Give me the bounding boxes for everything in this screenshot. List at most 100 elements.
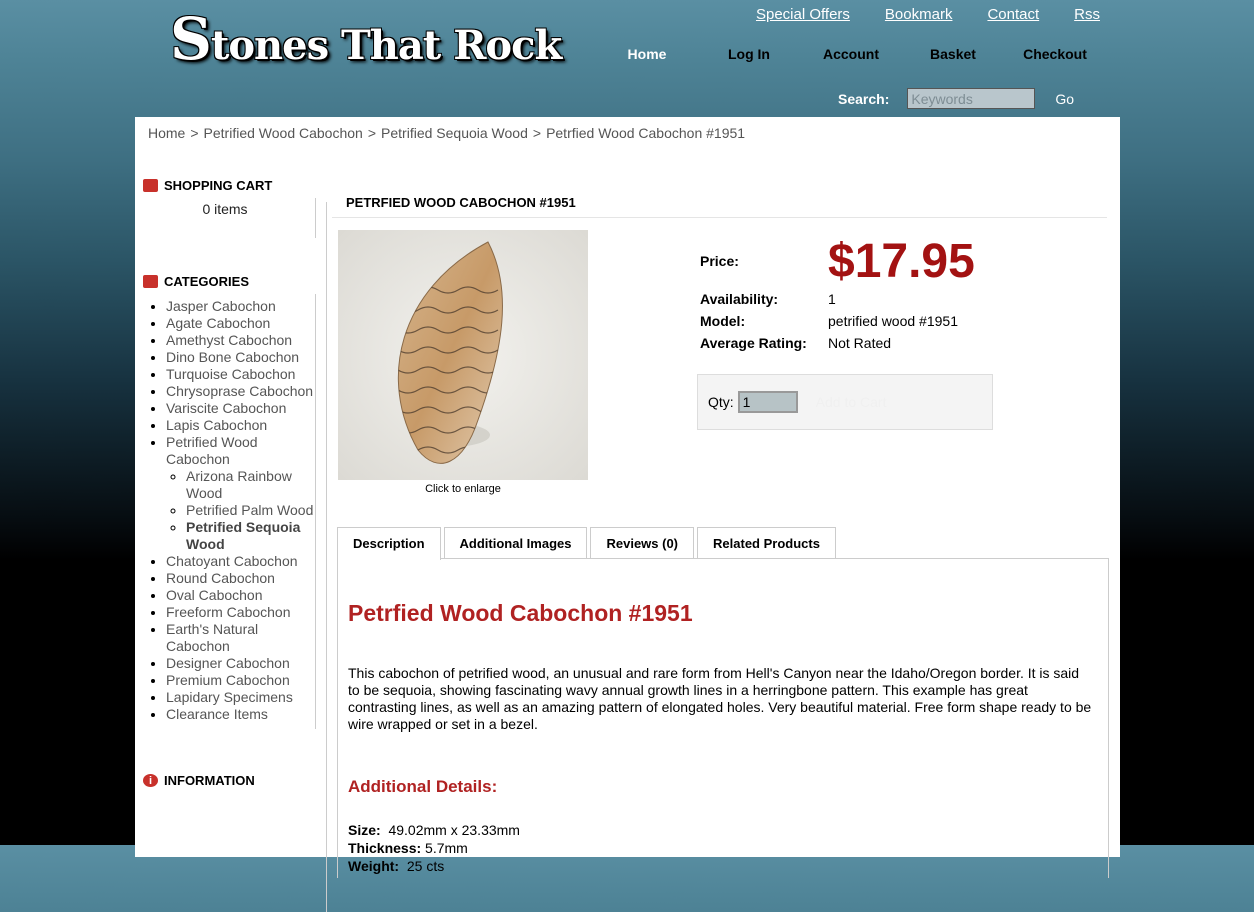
- nav-home[interactable]: Home: [596, 46, 698, 62]
- nav-login[interactable]: Log In: [698, 46, 800, 62]
- breadcrumb-separator: >: [367, 125, 377, 141]
- category-item: Variscite Cabochon: [166, 400, 315, 417]
- category-link-amethyst[interactable]: Amethyst Cabochon: [166, 332, 292, 348]
- size-row: Size: 49.02mm x 23.33mm: [348, 821, 1098, 839]
- category-item: Chatoyant Cabochon: [166, 553, 315, 570]
- size-value: 49.02mm x 23.33mm: [388, 822, 520, 838]
- additional-details-heading: Additional Details:: [348, 777, 498, 796]
- category-link-freeform[interactable]: Freeform Cabochon: [166, 604, 291, 620]
- category-link-petrified-wood[interactable]: Petrified Wood Cabochon: [166, 434, 258, 467]
- category-item: Dino Bone Cabochon: [166, 349, 315, 366]
- cart-item-count: 0 items: [202, 201, 248, 217]
- breadcrumb-category[interactable]: Petrified Wood Cabochon: [204, 125, 363, 141]
- site-logo[interactable]: Stones That Rock: [170, 10, 562, 69]
- main-nav: Home Log In Account Basket Checkout: [596, 46, 1106, 62]
- subcategory-link-arizona-rainbow[interactable]: Arizona Rainbow Wood: [186, 468, 292, 501]
- tab-additional-images[interactable]: Additional Images: [443, 527, 588, 559]
- breadcrumb-current[interactable]: Petrfied Wood Cabochon #1951: [546, 125, 745, 141]
- category-link-chatoyant[interactable]: Chatoyant Cabochon: [166, 553, 298, 569]
- product-tabs: Description Additional Images Reviews (0…: [337, 527, 836, 560]
- categories-title: CATEGORIES: [164, 273, 249, 289]
- category-link-earths-natural[interactable]: Earth's Natural Cabochon: [166, 621, 258, 654]
- search-bar: Search: Go: [838, 88, 1074, 109]
- availability-value: 1: [828, 291, 836, 307]
- size-label: Size:: [348, 822, 381, 838]
- category-item: Amethyst Cabochon: [166, 332, 315, 349]
- category-item: Agate Cabochon: [166, 315, 315, 332]
- top-links: Special Offers Bookmark Contact Rss: [756, 6, 1100, 23]
- category-item: Oval Cabochon: [166, 587, 315, 604]
- category-item: Jasper Cabochon: [166, 298, 315, 315]
- content-area: Home > Petrified Wood Cabochon > Petrified S…: [135, 117, 1120, 912]
- category-item: Chrysoprase Cabochon: [166, 383, 315, 400]
- weight-value: 25 cts: [406, 858, 445, 874]
- category-link-chrysoprase[interactable]: Chrysoprase Cabochon: [166, 383, 313, 399]
- additional-details: Size: 49.02mm x 23.33mm Thickness: 5.7mm…: [348, 821, 1098, 875]
- price-label: Price:: [700, 253, 739, 269]
- category-link-agate[interactable]: Agate Cabochon: [166, 315, 270, 331]
- availability-row: Availability: 1: [700, 288, 975, 310]
- search-input[interactable]: [907, 88, 1036, 109]
- rss-link[interactable]: Rss: [1074, 6, 1100, 23]
- bookmark-link[interactable]: Bookmark: [885, 6, 953, 23]
- description-text: This cabochon of petrified wood, an unus…: [348, 665, 1092, 732]
- rating-value: Not Rated: [828, 335, 892, 351]
- breadcrumb-home[interactable]: Home: [148, 125, 185, 141]
- sidebar: SHOPPING CART 0 items CATEGORIES Jasper …: [135, 172, 316, 793]
- tab-description[interactable]: Description: [337, 527, 441, 560]
- category-link-round[interactable]: Round Cabochon: [166, 570, 275, 586]
- category-link-variscite[interactable]: Variscite Cabochon: [166, 400, 286, 416]
- rating-row: Average Rating: Not Rated: [700, 332, 975, 354]
- weight-row: Weight: 25 cts: [348, 857, 1098, 875]
- category-link-jasper[interactable]: Jasper Cabochon: [166, 298, 276, 314]
- subcategory-item: Petrified Palm Wood: [186, 502, 315, 519]
- subcategory-item: Petrified Sequoia Wood: [186, 519, 315, 553]
- category-item: Lapis Cabochon: [166, 417, 315, 434]
- breadcrumb-separator: >: [532, 125, 542, 141]
- logo-text: tones That Rock: [210, 22, 562, 69]
- category-item: Turquoise Cabochon: [166, 366, 315, 383]
- nav-account[interactable]: Account: [800, 46, 902, 62]
- subcategory-item: Arizona Rainbow Wood: [186, 468, 315, 502]
- category-item: Lapidary Specimens: [166, 689, 315, 706]
- category-link-lapidary-specimens[interactable]: Lapidary Specimens: [166, 689, 293, 705]
- category-link-designer[interactable]: Designer Cabochon: [166, 655, 290, 671]
- category-link-oval[interactable]: Oval Cabochon: [166, 587, 263, 603]
- search-label: Search:: [838, 90, 890, 107]
- basket-icon: [143, 178, 158, 192]
- category-link-premium[interactable]: Premium Cabochon: [166, 672, 290, 688]
- tab-related-products[interactable]: Related Products: [697, 527, 836, 559]
- tab-reviews[interactable]: Reviews (0): [590, 527, 695, 559]
- category-link-clearance[interactable]: Clearance Items: [166, 706, 268, 722]
- subcategory-link-petrified-palm[interactable]: Petrified Palm Wood: [186, 502, 313, 518]
- model-row: Model: petrified wood #1951: [700, 310, 975, 332]
- availability-label: Availability:: [700, 291, 779, 307]
- product-title: PETRFIED WOOD CABOCHON #1951: [346, 195, 576, 210]
- category-link-dino-bone[interactable]: Dino Bone Cabochon: [166, 349, 299, 365]
- price-row: Price: $17.95: [700, 232, 975, 290]
- nav-basket[interactable]: Basket: [902, 46, 1004, 62]
- breadcrumb: Home > Petrified Wood Cabochon > Petrified S…: [148, 125, 745, 141]
- category-link-lapis[interactable]: Lapis Cabochon: [166, 417, 267, 433]
- category-link-turquoise[interactable]: Turquoise Cabochon: [166, 366, 295, 382]
- breadcrumb-subcategory[interactable]: Petrified Sequoia Wood: [381, 125, 528, 141]
- category-item: Clearance Items: [166, 706, 315, 723]
- weight-label: Weight:: [348, 858, 400, 874]
- product-image[interactable]: [338, 230, 588, 480]
- add-to-cart-button[interactable]: Add to Cart: [816, 394, 887, 410]
- click-to-enlarge[interactable]: Click to enlarge: [338, 483, 588, 495]
- info-icon: i: [143, 773, 158, 787]
- price-info: Price: $17.95 Availability: 1 Model: pet…: [700, 232, 975, 354]
- category-list: Jasper Cabochon Agate Cabochon Amethyst …: [135, 294, 316, 729]
- product-price: $17.95: [828, 234, 975, 288]
- search-go-button[interactable]: Go: [1055, 91, 1074, 107]
- category-item: Earth's Natural Cabochon: [166, 621, 315, 655]
- subcategory-link-petrified-sequoia[interactable]: Petrified Sequoia Wood: [186, 519, 300, 552]
- contact-link[interactable]: Contact: [987, 6, 1039, 23]
- model-value: petrified wood #1951: [828, 313, 958, 329]
- categories-icon: [143, 274, 158, 288]
- qty-input[interactable]: [737, 391, 798, 413]
- title-divider: [332, 217, 1107, 218]
- special-offers-link[interactable]: Special Offers: [756, 6, 850, 23]
- nav-checkout[interactable]: Checkout: [1004, 46, 1106, 62]
